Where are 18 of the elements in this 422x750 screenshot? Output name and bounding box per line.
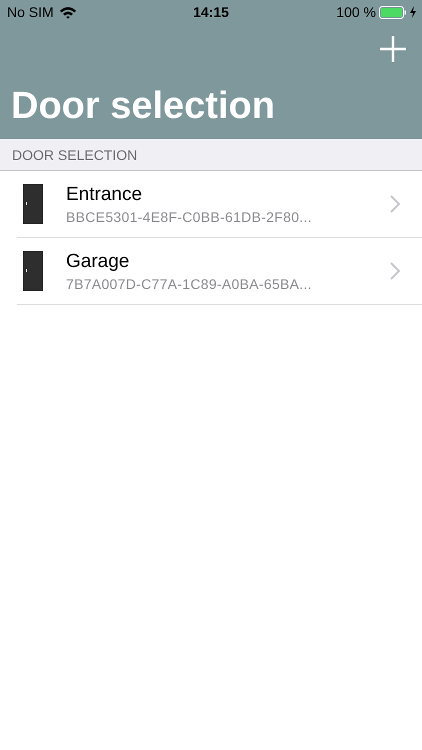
battery-icon <box>379 6 407 18</box>
add-button[interactable] <box>378 34 408 64</box>
chevron-icon <box>390 262 400 280</box>
battery-percent: 100 % <box>336 4 376 20</box>
page-title: Door selection <box>10 84 276 128</box>
door-icon <box>23 251 43 291</box>
door-id: 7B7A007D-C77A-1C89-A0BA-65BA... <box>66 276 313 292</box>
door-name: Entrance <box>66 184 144 206</box>
clock-label: 14:15 <box>193 4 229 20</box>
section-header: DOOR SELECTION <box>0 139 422 171</box>
door-name: Garage <box>66 250 130 272</box>
chevron-icon <box>390 195 400 213</box>
door-icon <box>23 184 43 224</box>
carrier-label: No SIM <box>7 4 54 20</box>
door-list-item[interactable]: Entrance BBCE5301-4E8F-C0BB-61DB-2F80... <box>17 171 422 238</box>
door-id: BBCE5301-4E8F-C0BB-61DB-2F80... <box>66 208 313 224</box>
wifi-icon <box>58 6 77 18</box>
door-list-item[interactable]: Garage 7B7A007D-C77A-1C89-A0BA-65BA... <box>17 238 422 305</box>
